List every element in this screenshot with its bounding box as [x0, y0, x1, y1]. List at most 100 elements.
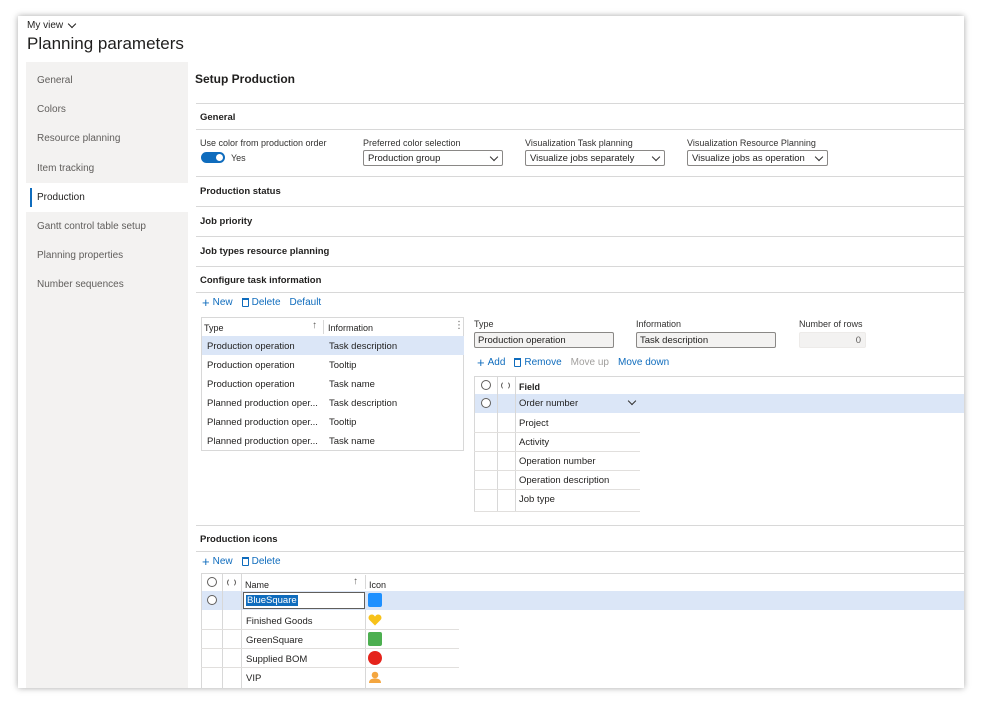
row-select-radio[interactable] [481, 398, 491, 408]
blue-square-icon [368, 593, 382, 607]
task-row-info[interactable]: Tooltip [329, 417, 356, 428]
vis-resource-select[interactable]: Visualize jobs as operation [687, 150, 828, 166]
field-row-value[interactable]: Order number [519, 398, 578, 409]
field-row-value[interactable]: Operation number [519, 456, 596, 467]
icon-row-name[interactable]: Finished Goods [246, 616, 313, 627]
field-row-value[interactable]: Operation description [519, 475, 609, 486]
sidebar-item-gantt-control[interactable]: Gantt control table setup [26, 212, 188, 241]
grid-line [201, 648, 459, 649]
sidebar-item-general[interactable]: General [26, 66, 188, 95]
sidebar: General Colors Resource planning Item tr… [26, 62, 188, 688]
detail-info-label: Information [636, 319, 682, 329]
job-types-header[interactable]: Job types resource planning [200, 246, 329, 257]
task-row-type[interactable]: Planned production oper... [207, 417, 318, 428]
icon-column-header[interactable]: Icon [369, 580, 386, 590]
new-button[interactable]: + New [202, 296, 233, 309]
general-section-header[interactable]: General [200, 112, 235, 123]
divider [196, 129, 964, 130]
plus-icon: + [477, 354, 485, 370]
move-down-button[interactable]: Move down [618, 357, 669, 368]
grid-line [201, 667, 459, 668]
app-window: My view Planning parameters General Colo… [18, 16, 964, 688]
sort-arrow-up-icon[interactable]: ↑ [353, 576, 358, 587]
task-row-type[interactable]: Production operation [207, 379, 295, 390]
sidebar-item-item-tracking[interactable]: Item tracking [26, 154, 188, 183]
task-row-info[interactable]: Tooltip [329, 360, 356, 371]
sidebar-item-production[interactable]: Production [26, 183, 188, 212]
use-color-value: Yes [231, 153, 246, 163]
use-color-toggle[interactable] [201, 152, 225, 163]
field-toolbar: + Add Remove Move up Move down [477, 354, 678, 370]
grid-line [201, 629, 459, 630]
row-select-radio[interactable] [207, 595, 217, 605]
new-icon-button[interactable]: + New [202, 555, 233, 568]
select-all-radio[interactable] [481, 380, 491, 390]
production-icons-header[interactable]: Production icons [200, 534, 278, 545]
sidebar-item-label: Planning properties [37, 250, 124, 261]
my-view-dropdown[interactable]: My view [27, 19, 77, 31]
delete-label: Delete [251, 297, 281, 308]
field-row-value[interactable]: Activity [519, 437, 549, 448]
delete-icon-button[interactable]: Delete [241, 556, 281, 567]
preferred-color-select[interactable]: Production group [363, 150, 503, 166]
remove-button[interactable]: Remove [514, 357, 562, 368]
type-column-header[interactable]: Type [204, 323, 224, 333]
name-column-header[interactable]: Name [245, 580, 269, 590]
sort-arrow-up-icon[interactable]: ↑ [312, 320, 317, 331]
task-row-info[interactable]: Task name [329, 436, 375, 447]
icon-row-name[interactable]: VIP [246, 673, 261, 684]
divider [196, 176, 964, 177]
field-dropdown[interactable] [618, 395, 640, 411]
task-row-type[interactable]: Planned production oper... [207, 398, 318, 409]
production-status-header[interactable]: Production status [200, 186, 281, 197]
more-options-icon[interactable]: ⋮ [454, 320, 464, 331]
refresh-icon[interactable] [501, 381, 510, 390]
divider [196, 292, 964, 293]
task-row-type[interactable]: Planned production oper... [207, 436, 318, 447]
configure-task-header[interactable]: Configure task information [200, 275, 321, 286]
sidebar-item-number-sequences[interactable]: Number sequences [26, 270, 188, 299]
sidebar-item-colors[interactable]: Colors [26, 95, 188, 124]
add-label: Add [487, 357, 506, 368]
vis-task-select[interactable]: Visualize jobs separately [525, 150, 665, 166]
sidebar-item-label: Colors [37, 104, 66, 115]
green-square-icon [368, 632, 382, 646]
move-up-button[interactable]: Move up [571, 357, 609, 368]
chevron-down-icon [67, 19, 77, 28]
grid-line [497, 376, 498, 512]
add-button[interactable]: + Add [477, 354, 506, 370]
sidebar-item-planning-properties[interactable]: Planning properties [26, 241, 188, 270]
section-heading: Setup Production [195, 72, 295, 86]
grid-line [201, 573, 202, 688]
information-column-header[interactable]: Information [328, 323, 373, 333]
job-priority-header[interactable]: Job priority [200, 216, 252, 227]
task-row-info[interactable]: Task name [329, 379, 375, 390]
delete-button[interactable]: Delete [241, 297, 281, 308]
default-button[interactable]: Default [290, 297, 322, 308]
task-row-type[interactable]: Production operation [207, 360, 295, 371]
detail-type-value: Production operation [478, 334, 566, 346]
detail-info-value: Task description [640, 334, 709, 346]
grid-line [474, 451, 640, 452]
field-column-header[interactable]: Field [519, 382, 540, 392]
rows-count-field[interactable]: 0 [799, 332, 866, 348]
sidebar-item-resource-planning[interactable]: Resource planning [26, 124, 188, 153]
detail-type-field[interactable]: Production operation [474, 332, 614, 348]
use-color-label: Use color from production order [200, 138, 327, 148]
icon-row-name[interactable]: GreenSquare [246, 635, 303, 646]
trash-icon [514, 358, 522, 367]
icon-row-name[interactable]: Supplied BOM [246, 654, 307, 665]
detail-info-field[interactable]: Task description [636, 332, 776, 348]
select-all-radio[interactable] [207, 577, 217, 587]
grid-top-border [201, 573, 964, 574]
name-input[interactable]: BlueSquare [243, 592, 365, 609]
field-row-value[interactable]: Project [519, 418, 549, 429]
task-row-info: Task description [329, 341, 398, 352]
divider [196, 551, 964, 552]
task-row-info[interactable]: Task description [329, 398, 397, 409]
field-row-value[interactable]: Job type [519, 494, 555, 505]
rows-count-label: Number of rows [799, 319, 863, 329]
red-circle-icon [368, 651, 382, 665]
grid-line [474, 432, 640, 433]
refresh-icon[interactable] [227, 578, 236, 587]
